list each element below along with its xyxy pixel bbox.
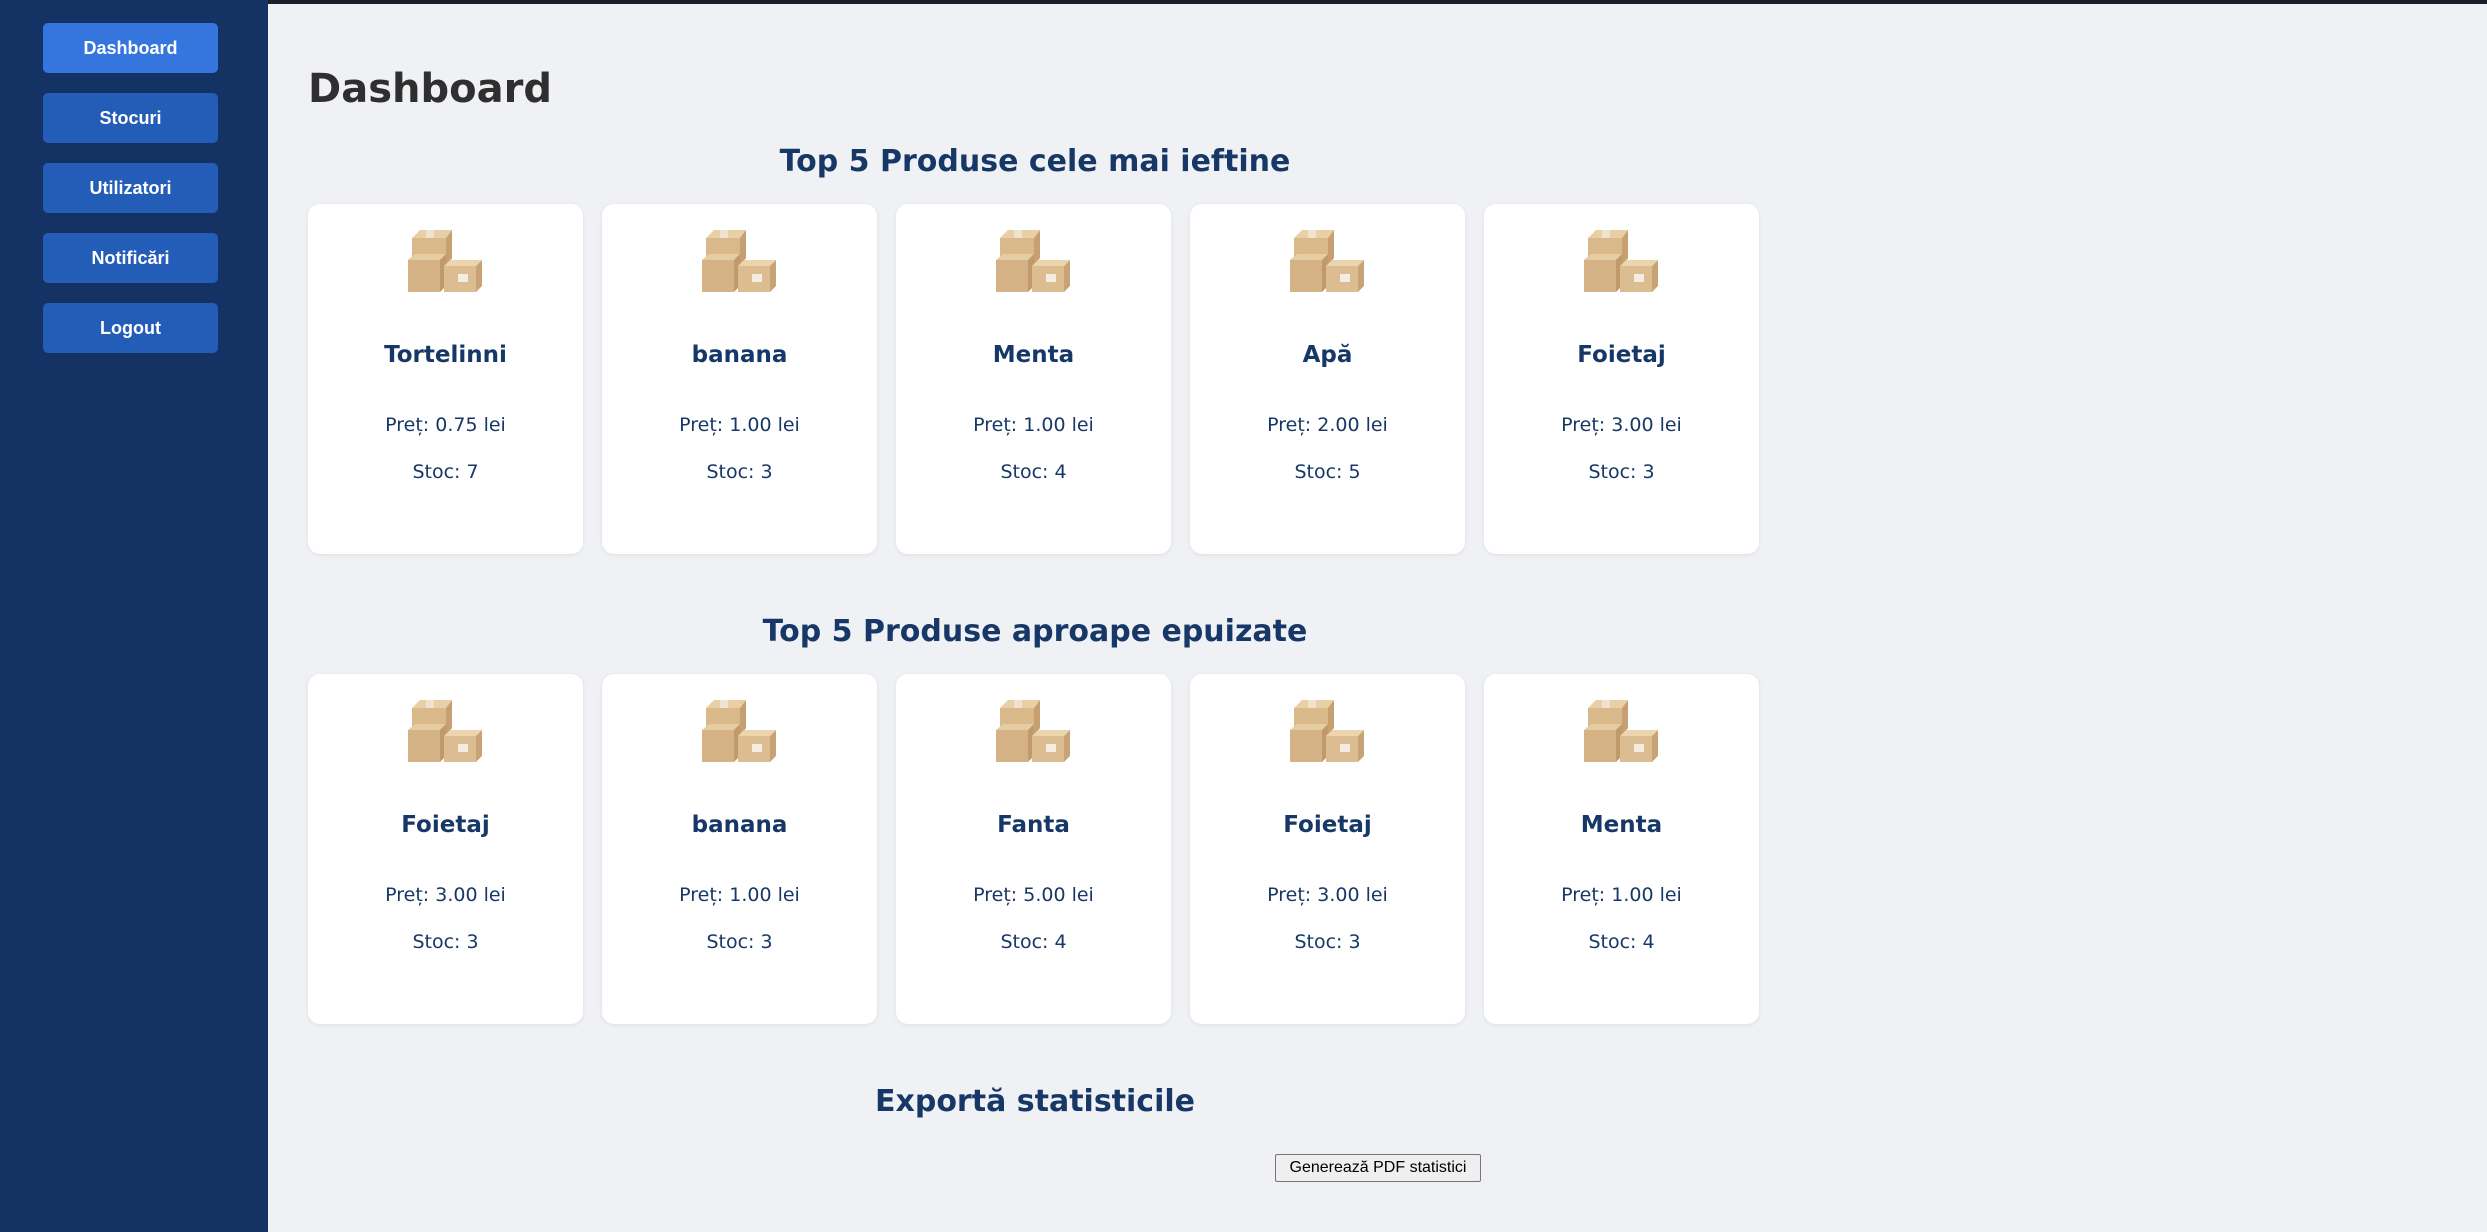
low-stock-products-list: Foietaj Preț: 3.00 lei Stoc: 3 banana Preț:…	[308, 674, 1762, 1024]
product-card: Foietaj Preț: 3.00 lei Stoc: 3	[1190, 674, 1465, 1024]
sidebar-item-utilizatori[interactable]: Utilizatori	[43, 163, 218, 213]
boxes-icon	[1288, 226, 1368, 296]
product-card: Menta Preț: 1.00 lei Stoc: 4	[1484, 674, 1759, 1024]
product-stock: Stoc: 4	[1588, 931, 1655, 953]
product-card: Foietaj Preț: 3.00 lei Stoc: 3	[1484, 204, 1759, 554]
sidebar-item-notificari[interactable]: Notificări	[43, 233, 218, 283]
product-name: Foietaj	[401, 812, 490, 838]
product-stock: Stoc: 3	[1588, 461, 1655, 483]
product-name: Apă	[1302, 342, 1353, 368]
page-title: Dashboard	[308, 66, 552, 112]
sidebar-item-logout[interactable]: Logout	[43, 303, 218, 353]
product-name: Menta	[1580, 812, 1663, 838]
product-name: Menta	[992, 342, 1075, 368]
product-card: banana Preț: 1.00 lei Stoc: 3	[602, 674, 877, 1024]
product-price: Preț: 3.00 lei	[1267, 884, 1388, 906]
product-stock: Stoc: 3	[706, 931, 773, 953]
product-card: Tortelinni Preț: 0.75 lei Stoc: 7	[308, 204, 583, 554]
product-card: banana Preț: 1.00 lei Stoc: 3	[602, 204, 877, 554]
product-price: Preț: 0.75 lei	[385, 414, 506, 436]
product-price: Preț: 1.00 lei	[679, 884, 800, 906]
product-price: Preț: 5.00 lei	[973, 884, 1094, 906]
product-stock: Stoc: 3	[412, 931, 479, 953]
product-name: banana	[691, 342, 788, 368]
boxes-icon	[1582, 696, 1662, 766]
product-card: Fanta Preț: 5.00 lei Stoc: 4	[896, 674, 1171, 1024]
product-name: Foietaj	[1283, 812, 1372, 838]
product-price: Preț: 2.00 lei	[1267, 414, 1388, 436]
product-price: Preț: 1.00 lei	[679, 414, 800, 436]
product-stock: Stoc: 4	[1000, 931, 1067, 953]
product-name: banana	[691, 812, 788, 838]
product-stock: Stoc: 5	[1294, 461, 1361, 483]
product-stock: Stoc: 3	[706, 461, 773, 483]
product-name: Fanta	[997, 812, 1070, 838]
product-price: Preț: 3.00 lei	[385, 884, 506, 906]
product-card: Foietaj Preț: 3.00 lei Stoc: 3	[308, 674, 583, 1024]
boxes-icon	[406, 696, 486, 766]
export-heading: Exportă statisticile	[875, 1084, 1195, 1119]
product-name: Foietaj	[1577, 342, 1666, 368]
sidebar: Dashboard Stocuri Utilizatori Notificări…	[0, 0, 268, 1232]
boxes-icon	[1288, 696, 1368, 766]
main-content: Dashboard Top 5 Produse cele mai ieftine…	[268, 4, 2487, 1232]
product-stock: Stoc: 4	[1000, 461, 1067, 483]
generate-pdf-button[interactable]: Generează PDF statistici	[1275, 1154, 1481, 1182]
product-card: Apă Preț: 2.00 lei Stoc: 5	[1190, 204, 1465, 554]
product-price: Preț: 1.00 lei	[1561, 884, 1682, 906]
boxes-icon	[406, 226, 486, 296]
sidebar-item-stocuri[interactable]: Stocuri	[43, 93, 218, 143]
boxes-icon	[700, 696, 780, 766]
product-price: Preț: 3.00 lei	[1561, 414, 1682, 436]
product-price: Preț: 1.00 lei	[973, 414, 1094, 436]
cheapest-products-heading: Top 5 Produse cele mai ieftine	[779, 144, 1291, 179]
boxes-icon	[994, 696, 1074, 766]
low-stock-products-heading: Top 5 Produse aproape epuizate	[762, 614, 1308, 649]
product-name: Tortelinni	[384, 342, 507, 368]
cheapest-products-list: Tortelinni Preț: 0.75 lei Stoc: 7 banana Pr…	[308, 204, 1762, 554]
sidebar-item-dashboard[interactable]: Dashboard	[43, 23, 218, 73]
boxes-icon	[1582, 226, 1662, 296]
boxes-icon	[700, 226, 780, 296]
product-card: Menta Preț: 1.00 lei Stoc: 4	[896, 204, 1171, 554]
product-stock: Stoc: 3	[1294, 931, 1361, 953]
product-stock: Stoc: 7	[412, 461, 479, 483]
boxes-icon	[994, 226, 1074, 296]
